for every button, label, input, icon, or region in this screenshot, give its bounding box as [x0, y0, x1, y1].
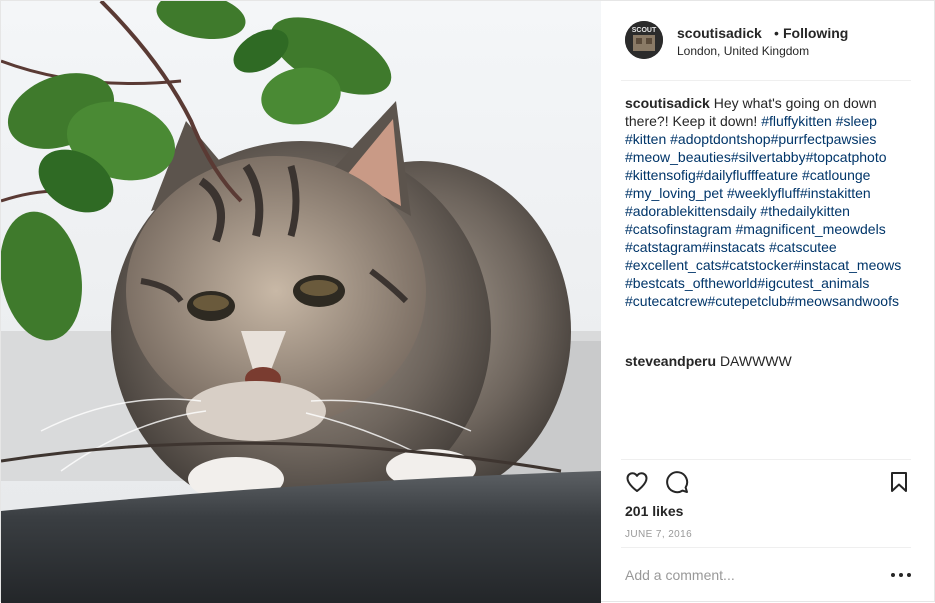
hashtag-link[interactable]: #bestcats_oftheworld: [625, 275, 757, 291]
hashtag-link[interactable]: #magnificent_meowdels: [736, 221, 886, 237]
hashtag-link[interactable]: #kittensofig: [625, 167, 696, 183]
hashtag-link[interactable]: #sleep: [836, 113, 877, 129]
comment-item: steveandperu DAWWWW: [625, 352, 915, 370]
hashtag-link[interactable]: #cutecatcrew: [625, 293, 707, 309]
avatar[interactable]: SCOUT: [625, 21, 663, 59]
hashtag-link[interactable]: #cutepetclub: [707, 293, 786, 309]
hashtag-link[interactable]: #weeklyfluff: [727, 185, 800, 201]
hashtag-link[interactable]: #catstocker: [722, 257, 794, 273]
hashtag-link[interactable]: #my_loving_pet: [625, 185, 723, 201]
caption-username-link[interactable]: scoutisadick: [625, 95, 710, 111]
comment-bubble-icon: [666, 471, 689, 494]
hashtag-link[interactable]: #topcatphoto: [806, 149, 887, 165]
add-comment-input[interactable]: [625, 564, 865, 586]
post-date[interactable]: JUNE 7, 2016: [625, 529, 692, 540]
hashtag-link[interactable]: #meow_beauties: [625, 149, 731, 165]
avatar-image: SCOUT: [625, 21, 663, 59]
hashtag-link[interactable]: #meowsandwoofs: [787, 293, 899, 309]
hashtag-link[interactable]: #instacats: [702, 239, 765, 255]
post-header: SCOUT scoutisadick • Following London, U…: [601, 1, 935, 80]
like-button[interactable]: [623, 468, 651, 496]
post-caption: scoutisadick Hey what's going on down th…: [625, 94, 915, 310]
following-button[interactable]: Following: [783, 25, 848, 41]
save-button[interactable]: [885, 468, 913, 496]
hashtag-link[interactable]: #instacat_meows: [793, 257, 901, 273]
header-divider: [621, 80, 911, 81]
cat-photo-illustration: [1, 1, 601, 603]
comment-text: DAWWWW: [719, 353, 792, 369]
comment-username-link[interactable]: steveandperu: [625, 353, 716, 369]
post-photo[interactable]: [1, 1, 601, 603]
hashtag-link[interactable]: #excellent_cats: [625, 257, 722, 273]
avatar-logo-text: SCOUT: [632, 27, 657, 34]
heart-icon: [626, 472, 648, 492]
hashtag-link[interactable]: #igcutest_animals: [757, 275, 869, 291]
hashtag-link[interactable]: #catsofinstagram: [625, 221, 732, 237]
more-options-icon[interactable]: [891, 567, 911, 583]
hashtag-link[interactable]: #dailyflufffeature: [696, 167, 798, 183]
likes-count[interactable]: 201 likes: [625, 503, 683, 519]
caption-hashtags: #fluffykitten #sleep #kitten #adoptdonts…: [625, 113, 901, 309]
bookmark-icon: [891, 472, 907, 492]
hashtag-link[interactable]: #catlounge: [802, 167, 871, 183]
hashtag-link[interactable]: #catstagram: [625, 239, 702, 255]
hashtag-link[interactable]: #adoptdontshop: [670, 131, 770, 147]
instagram-post: SCOUT scoutisadick • Following London, U…: [0, 0, 935, 603]
comment-divider: [621, 547, 911, 548]
location-link[interactable]: London, United Kingdom: [677, 44, 809, 58]
header-username-link[interactable]: scoutisadick: [677, 25, 762, 41]
hashtag-link[interactable]: #silvertabby: [731, 149, 806, 165]
comment-button[interactable]: [663, 468, 691, 496]
follow-separator: •: [774, 25, 779, 41]
hashtag-link[interactable]: #instakitten: [800, 185, 871, 201]
hashtag-link[interactable]: #fluffykitten: [761, 113, 832, 129]
hashtag-link[interactable]: #adorablekittensdaily: [625, 203, 757, 219]
hashtag-link[interactable]: #purrfectpawsies: [771, 131, 877, 147]
hashtag-link[interactable]: #kitten: [625, 131, 666, 147]
post-side-panel: SCOUT scoutisadick • Following London, U…: [601, 1, 935, 601]
hashtag-link[interactable]: #catscutee: [769, 239, 837, 255]
hashtag-link[interactable]: #thedailykitten: [760, 203, 850, 219]
actions-divider: [621, 459, 911, 460]
